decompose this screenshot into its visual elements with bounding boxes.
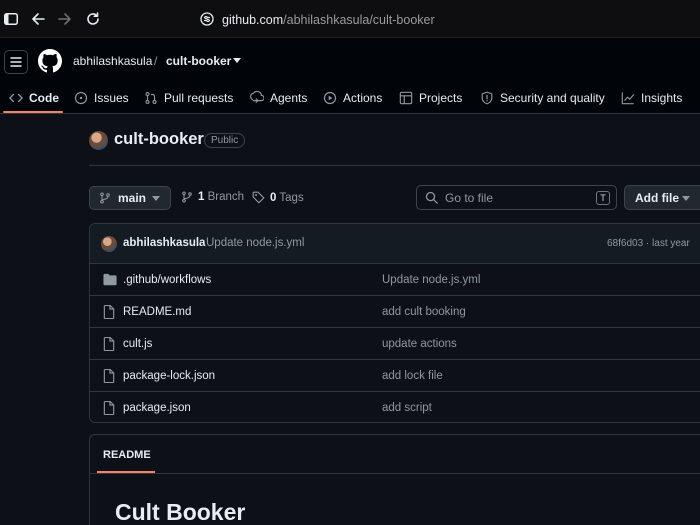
tab-actions[interactable]: Actions — [323, 82, 382, 114]
site-settings-icon[interactable] — [200, 11, 214, 29]
branch-label: Branch — [207, 191, 245, 203]
add-file-label: Add file — [635, 190, 679, 205]
github-header: abhilashkasula / cult-booker Code Issues… — [0, 38, 700, 114]
file-name[interactable]: README.md — [123, 306, 191, 318]
tab-label: Agents — [270, 91, 308, 105]
branches-link[interactable]: 1 Branch — [181, 191, 244, 203]
file-commit-message[interactable]: add cult booking — [382, 306, 466, 318]
tab-code[interactable]: Code — [9, 82, 59, 114]
tab-label: Security and quality — [500, 91, 605, 105]
file-icon — [103, 401, 115, 415]
play-icon — [323, 91, 337, 105]
url-host: github.com — [222, 13, 284, 27]
commit-author[interactable]: abhilashkasula — [123, 237, 205, 249]
agents-icon — [250, 91, 264, 103]
sidebar-toggle-icon[interactable] — [3, 11, 19, 27]
table-row[interactable]: cult.js update actions — [90, 328, 700, 360]
file-icon — [103, 337, 115, 351]
tab-insights[interactable]: Insights — [621, 82, 682, 114]
tab-label: Projects — [419, 91, 463, 105]
readme-heading: Cult Booker — [115, 499, 246, 525]
pull-request-icon — [145, 92, 157, 104]
tag-icon — [252, 191, 265, 204]
address-bar[interactable]: github.com/abhilashkasula/cult-booker — [200, 10, 435, 30]
git-branch-icon — [100, 192, 110, 204]
tab-pull-requests[interactable]: Pull requests — [144, 82, 233, 114]
chevron-down-icon — [152, 196, 160, 201]
chevron-down-icon[interactable] — [233, 58, 241, 63]
tab-readme[interactable]: README — [103, 449, 151, 461]
tag-count: 0 — [270, 191, 277, 204]
breadcrumb-owner[interactable]: abhilashkasula — [73, 54, 152, 68]
tab-agents[interactable]: Agents — [250, 82, 307, 114]
reload-icon[interactable] — [85, 11, 101, 27]
add-file-button[interactable]: Add file — [624, 185, 700, 210]
git-branch-icon — [182, 191, 192, 203]
page-title: cult-booker — [114, 130, 204, 148]
breadcrumb-separator: / — [154, 54, 158, 68]
code-icon — [9, 93, 23, 103]
file-commit-message[interactable]: add lock file — [382, 370, 443, 382]
file-table: abhilashkasula Update node.js.yml 68f6d0… — [89, 223, 700, 423]
keyboard-shortcut-hint: T — [596, 191, 610, 205]
branch-name: main — [118, 191, 147, 205]
file-commit-message[interactable]: update actions — [382, 338, 457, 350]
file-commit-message[interactable]: Update node.js.yml — [382, 274, 480, 286]
divider — [90, 473, 700, 474]
divider — [89, 165, 700, 166]
tab-label: Pull requests — [164, 91, 234, 105]
tab-label: Issues — [94, 91, 129, 105]
file-name[interactable]: package-lock.json — [123, 370, 215, 382]
tab-label: Actions — [343, 91, 383, 105]
go-to-file-placeholder: Go to file — [445, 190, 494, 205]
back-arrow-icon[interactable] — [30, 11, 46, 27]
graph-icon — [621, 92, 635, 105]
forward-arrow-icon[interactable] — [57, 11, 73, 27]
avatar[interactable] — [101, 236, 117, 252]
shield-icon — [481, 91, 493, 105]
tags-link[interactable]: 0 Tags — [252, 191, 304, 204]
repo-nav-tabs: Code Issues Pull requests Agents Actions… — [0, 82, 700, 114]
file-name[interactable]: .github/workflows — [123, 274, 211, 286]
tag-label: Tags — [279, 191, 304, 204]
breadcrumb-repo[interactable]: cult-booker — [166, 54, 231, 68]
go-to-file-input[interactable]: Go to file T — [416, 185, 617, 210]
table-row[interactable]: README.md add cult booking — [90, 296, 700, 328]
visibility-badge: Public — [204, 133, 246, 148]
browser-toolbar: github.com/abhilashkasula/cult-booker — [0, 0, 700, 38]
latest-commit-row: abhilashkasula Update node.js.yml 68f6d0… — [90, 224, 700, 264]
file-commit-message[interactable]: add script — [382, 402, 432, 414]
url-path: /abhilashkasula/cult-booker — [283, 13, 435, 27]
tab-projects[interactable]: Projects — [399, 82, 462, 114]
table-row[interactable]: package-lock.json add lock file — [90, 360, 700, 392]
tab-label: Code — [29, 91, 59, 105]
branch-count: 1 — [198, 191, 205, 203]
hamburger-menu-button[interactable] — [4, 50, 28, 74]
file-name[interactable]: cult.js — [123, 338, 152, 350]
active-tab-indicator — [3, 111, 63, 113]
file-icon — [103, 305, 115, 319]
avatar[interactable] — [89, 131, 108, 150]
hamburger-icon — [10, 57, 22, 67]
file-name[interactable]: package.json — [123, 402, 191, 414]
file-icon — [103, 369, 115, 383]
tab-security[interactable]: Security and quality — [480, 82, 605, 114]
folder-icon — [103, 273, 117, 286]
table-row[interactable]: package.json add script — [90, 392, 700, 424]
search-icon — [425, 191, 438, 204]
readme-panel: README Cult Booker — [89, 434, 700, 525]
table-row[interactable]: .github/workflows Update node.js.yml — [90, 264, 700, 296]
branch-selector-button[interactable]: main — [89, 186, 171, 210]
commit-message[interactable]: Update node.js.yml — [206, 237, 304, 249]
tab-issues[interactable]: Issues — [74, 82, 129, 114]
commit-sha-time[interactable]: 68f6d03 · last year — [607, 238, 690, 249]
tab-label: Insights — [641, 91, 683, 105]
github-logo-icon[interactable] — [38, 49, 62, 73]
chevron-down-icon — [682, 196, 690, 201]
table-icon — [399, 91, 413, 105]
issue-icon — [74, 91, 88, 105]
